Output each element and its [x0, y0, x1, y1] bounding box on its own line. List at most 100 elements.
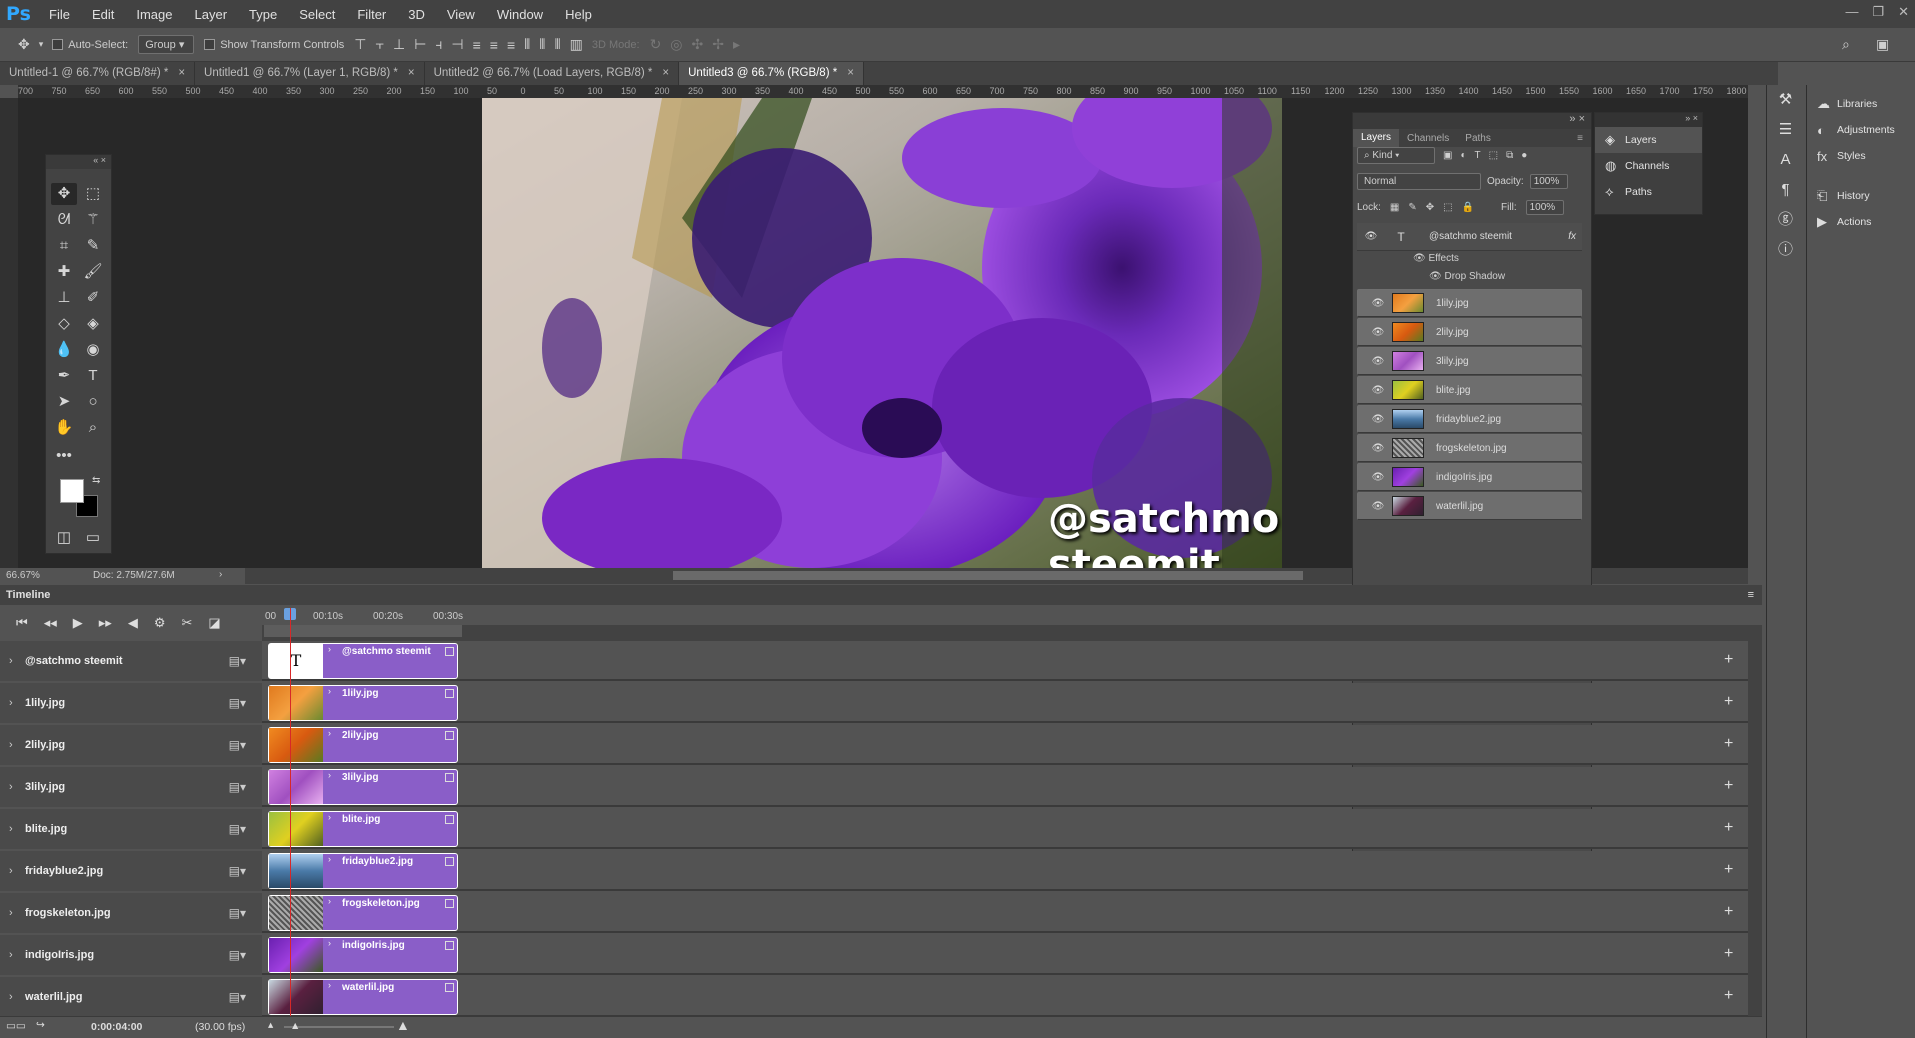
add-media-icon[interactable]: + — [1724, 735, 1733, 753]
dock-adjustments[interactable]: ◐ Adjustments — [1807, 117, 1915, 143]
lock-position-icon[interactable]: ✥ — [1426, 202, 1434, 213]
tools-panel-header[interactable]: « × — [46, 155, 111, 169]
timeline-clip[interactable]: › fridayblue2.jpg — [268, 853, 458, 889]
paragraph-icon[interactable]: ¶ — [1767, 175, 1804, 205]
menu-view[interactable]: View — [436, 7, 486, 22]
timeline-time-ruler[interactable]: 00 00:10s 00:20s 00:30s — [262, 605, 1762, 641]
layer-row[interactable]: 👁 indigoIris.jpg — [1357, 463, 1582, 491]
panel-menu-icon[interactable]: ≡ — [1748, 585, 1754, 605]
opacity-field[interactable]: 100% — [1529, 173, 1568, 189]
menu-edit[interactable]: Edit — [81, 7, 125, 22]
layers-panel-header[interactable]: » × — [1353, 113, 1591, 129]
add-media-icon[interactable]: + — [1724, 987, 1733, 1005]
previous-frame-icon[interactable]: ◂◂ — [44, 615, 57, 631]
visibility-eye-icon[interactable]: 👁 — [1364, 327, 1392, 338]
close-icon[interactable]: × — [408, 67, 415, 79]
play-icon[interactable]: ▶ — [73, 615, 83, 631]
track-header[interactable]: › blite.jpg ▤▾ — [0, 809, 262, 849]
move-tool-icon[interactable]: ✥ — [18, 36, 30, 53]
menu-help[interactable]: Help — [554, 7, 603, 22]
track-header[interactable]: › @satchmo steemit ▤▾ — [0, 641, 262, 681]
foreground-color-swatch[interactable] — [60, 479, 84, 503]
add-media-icon[interactable]: + — [1724, 819, 1733, 837]
filter-type-icon[interactable]: T — [1475, 150, 1481, 161]
timeline-zoom-slider[interactable] — [284, 1026, 394, 1028]
render-video-icon[interactable]: ▭▭ — [6, 1020, 26, 1032]
film-icon[interactable]: ▤▾ — [229, 683, 246, 723]
search-icon[interactable]: ⌕ — [1842, 36, 1850, 53]
film-icon[interactable]: ▤▾ — [229, 725, 246, 765]
filter-shape-icon[interactable]: ⬚ — [1489, 150, 1498, 161]
zoom-in-icon[interactable]: ▲ — [396, 1017, 410, 1033]
fx-icon[interactable]: fx — [1568, 231, 1576, 242]
track-header[interactable]: › frogskeleton.jpg ▤▾ — [0, 893, 262, 933]
properties-icon[interactable]: ☰ — [1767, 115, 1804, 145]
path-selection-tool-icon[interactable]: ➤ — [51, 391, 77, 413]
type-tool-icon[interactable]: T — [80, 365, 106, 387]
lock-pixels-icon[interactable]: ✎ — [1408, 202, 1416, 213]
visibility-eye-icon[interactable]: 👁 — [1364, 501, 1392, 512]
menu-3d[interactable]: 3D — [397, 7, 436, 22]
track-header[interactable]: › 1lily.jpg ▤▾ — [0, 683, 262, 723]
film-icon[interactable]: ▤▾ — [229, 809, 246, 849]
add-media-icon[interactable]: + — [1724, 777, 1733, 795]
drop-shadow-row[interactable]: 👁 Drop Shadow — [1429, 271, 1505, 282]
pen-tool-icon[interactable]: ✒ — [51, 365, 77, 387]
work-area-bar[interactable] — [264, 625, 462, 637]
visibility-eye-icon[interactable]: 👁 — [1364, 298, 1392, 309]
film-icon[interactable]: ▤▾ — [229, 767, 246, 807]
timeline-clip[interactable]: › blite.jpg — [268, 811, 458, 847]
workspace-icon[interactable]: ▣ — [1876, 36, 1889, 53]
dock-layers[interactable]: ◈ Layers — [1595, 127, 1702, 153]
align-hcenter-icon[interactable]: ⫞ — [435, 36, 442, 53]
panel-menu-icon[interactable]: ≡ — [1569, 133, 1591, 144]
visibility-eye-icon[interactable]: 👁 — [1413, 253, 1426, 264]
close-icon[interactable]: » × — [1569, 113, 1591, 125]
timeline-clip[interactable]: › 2lily.jpg — [268, 727, 458, 763]
auto-align-icon[interactable]: ▥ — [570, 36, 583, 53]
status-menu-arrow-icon[interactable]: › — [219, 569, 222, 580]
film-icon[interactable]: ▤▾ — [229, 935, 246, 975]
menu-select[interactable]: Select — [288, 7, 346, 22]
canvas-image[interactable]: @satchmo steemit — [482, 98, 1282, 568]
tab-channels[interactable]: Channels — [1399, 133, 1457, 144]
layer-row[interactable]: 👁 3lily.jpg — [1357, 347, 1582, 375]
eyedropper-tool-icon[interactable]: ✎ — [80, 235, 106, 257]
menu-layer[interactable]: Layer — [184, 7, 239, 22]
convert-frames-icon[interactable]: ↪ — [36, 1019, 45, 1031]
3d-pan-icon[interactable]: ✣ — [692, 36, 704, 53]
history-brush-tool-icon[interactable]: ✐ — [80, 287, 106, 309]
audio-icon[interactable]: ◀ — [128, 615, 138, 631]
track-header[interactable]: › fridayblue2.jpg ▤▾ — [0, 851, 262, 891]
dock-styles[interactable]: fx Styles — [1807, 143, 1915, 169]
transition-icon[interactable]: ◪ — [208, 615, 220, 631]
filter-kind-dropdown[interactable]: ⌕ Kind ▾ — [1357, 146, 1435, 164]
restore-icon[interactable]: ❐ — [1872, 4, 1884, 20]
brush-tool-icon[interactable]: 🖌 — [80, 261, 106, 283]
layer-row[interactable]: 👁 blite.jpg — [1357, 376, 1582, 404]
timeline-clip[interactable]: › 1lily.jpg — [268, 685, 458, 721]
visibility-eye-icon[interactable]: 👁 — [1357, 231, 1385, 242]
blur-tool-icon[interactable]: 💧 — [51, 339, 77, 361]
filter-smart-object-icon[interactable]: ⧉ — [1506, 150, 1513, 161]
align-left-icon[interactable]: ⊢ — [414, 36, 426, 53]
character-icon[interactable]: A — [1767, 145, 1804, 175]
align-vcenter-icon[interactable]: ⫟ — [376, 36, 384, 53]
align-top-icon[interactable]: ⊤ — [354, 36, 366, 53]
track-header[interactable]: › waterlil.jpg ▤▾ — [0, 977, 262, 1017]
film-icon[interactable]: ▤▾ — [229, 641, 246, 681]
zoom-level[interactable]: 66.67% — [6, 570, 40, 581]
close-icon[interactable]: × — [178, 67, 185, 79]
add-media-icon[interactable]: + — [1724, 945, 1733, 963]
distribute-bottom-icon[interactable]: ≡ — [507, 37, 515, 53]
filter-toggle-icon[interactable]: ● — [1521, 150, 1527, 161]
minimize-icon[interactable]: — — [1845, 4, 1858, 20]
layer-row[interactable]: 👁 frogskeleton.jpg — [1357, 434, 1582, 462]
dock-paths[interactable]: ⟡ Paths — [1595, 179, 1702, 205]
marquee-tool-icon[interactable]: ⬚ — [80, 183, 106, 205]
magic-wand-tool-icon[interactable]: ⚚ — [80, 209, 106, 231]
add-media-icon[interactable]: + — [1724, 861, 1733, 879]
timeline-vertical-scrollbar[interactable] — [1748, 641, 1762, 1016]
distribute-right-icon[interactable]: ⦀ — [554, 36, 560, 53]
next-frame-icon[interactable]: ▸▸ — [99, 615, 112, 631]
